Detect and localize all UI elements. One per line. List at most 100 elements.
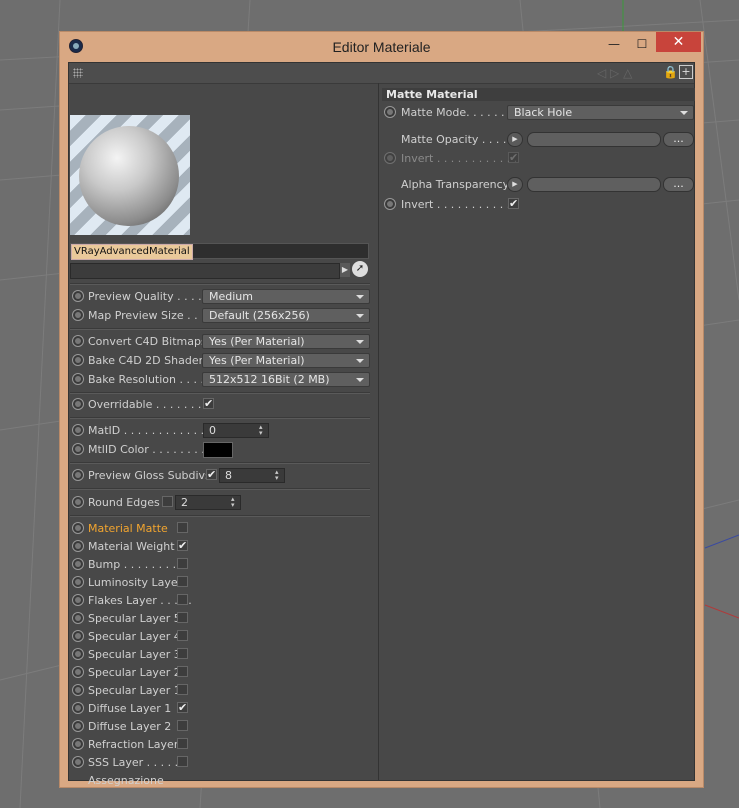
- channel-label[interactable]: Material Weight: [88, 540, 175, 553]
- animation-radio-icon[interactable]: [384, 106, 396, 118]
- alpha-transparency-browse-button[interactable]: ...: [663, 177, 694, 192]
- matte-opacity-row: Matte Opacity . . . . ▶ ...: [379, 131, 695, 151]
- link-field[interactable]: [70, 263, 340, 279]
- animation-radio-icon[interactable]: [72, 630, 84, 642]
- separator: [70, 488, 370, 490]
- lock-icon[interactable]: 🔒: [663, 65, 678, 79]
- animation-radio-icon[interactable]: [72, 540, 84, 552]
- channel-label[interactable]: Diffuse Layer 1: [88, 702, 171, 715]
- animation-radio-icon[interactable]: [72, 354, 84, 366]
- channel-checkbox[interactable]: [177, 756, 188, 767]
- animation-radio-icon[interactable]: [72, 720, 84, 732]
- preview-gloss-input[interactable]: 8: [219, 468, 285, 483]
- channel-checkbox[interactable]: [177, 630, 188, 641]
- round-edges-label: Round Edges: [88, 496, 160, 509]
- channel-checkbox[interactable]: [177, 648, 188, 659]
- bake-shaders-dropdown[interactable]: Yes (Per Material): [202, 353, 370, 368]
- channel-checkbox[interactable]: [177, 594, 188, 605]
- channel-checkbox[interactable]: [177, 522, 188, 533]
- close-button[interactable]: ✕: [656, 32, 701, 52]
- animation-radio-icon[interactable]: [72, 756, 84, 768]
- channel-label[interactable]: SSS Layer . . . . . .: [88, 756, 185, 769]
- bake-shaders-row: Bake C4D 2D Shaders Yes (Per Material): [69, 352, 377, 370]
- animation-radio-icon[interactable]: [384, 198, 396, 210]
- animation-radio-icon[interactable]: [72, 496, 84, 508]
- overridable-checkbox[interactable]: ✔: [203, 398, 214, 409]
- invert-alpha-row: Invert . . . . . . . . . . . . ✔: [379, 196, 695, 216]
- link-arrow-icon[interactable]: ▶: [340, 263, 350, 277]
- pick-arrow-icon[interactable]: ➚: [352, 261, 368, 277]
- texture-menu-arrow-icon[interactable]: ▶: [507, 177, 523, 192]
- matte-opacity-slot[interactable]: [527, 132, 661, 147]
- channel-label[interactable]: Bump . . . . . . . . .: [88, 558, 183, 571]
- channel-label[interactable]: Specular Layer 5: [88, 612, 181, 625]
- grip-handle-icon[interactable]: [73, 68, 83, 78]
- animation-radio-icon[interactable]: [72, 443, 84, 455]
- channel-checkbox[interactable]: ✔: [177, 540, 188, 551]
- channel-label[interactable]: Diffuse Layer 2: [88, 720, 171, 733]
- alpha-transparency-slot[interactable]: [527, 177, 661, 192]
- assignment-row: Assegnazione: [69, 772, 377, 790]
- material-name-field[interactable]: VRayAdvancedMaterial: [70, 243, 369, 260]
- animation-radio-icon[interactable]: [72, 576, 84, 588]
- channel-checkbox[interactable]: ✔: [177, 702, 188, 713]
- material-preview[interactable]: [70, 115, 190, 235]
- animation-radio-icon[interactable]: [72, 738, 84, 750]
- animation-radio-icon[interactable]: [384, 152, 396, 164]
- channel-checkbox[interactable]: [177, 558, 188, 569]
- material-name-text: VRayAdvancedMaterial: [71, 244, 193, 260]
- channel-checkbox[interactable]: [177, 576, 188, 587]
- animation-radio-icon[interactable]: [72, 594, 84, 606]
- channel-label[interactable]: Luminosity Layer: [88, 576, 182, 589]
- map-preview-size-dropdown[interactable]: Default (256x256): [202, 308, 370, 323]
- matte-opacity-browse-button[interactable]: ...: [663, 132, 694, 147]
- channel-label[interactable]: Material Matte: [88, 522, 168, 535]
- animation-radio-icon[interactable]: [72, 648, 84, 660]
- channel-label[interactable]: Specular Layer 4: [88, 630, 181, 643]
- animation-radio-icon[interactable]: [72, 702, 84, 714]
- invert-alpha-checkbox[interactable]: ✔: [508, 198, 519, 209]
- animation-radio-icon[interactable]: [72, 398, 84, 410]
- bake-resolution-dropdown[interactable]: 512x512 16Bit (2 MB): [202, 372, 370, 387]
- round-edges-input[interactable]: 2: [175, 495, 241, 510]
- animation-radio-icon[interactable]: [72, 469, 84, 481]
- animation-radio-icon[interactable]: [72, 684, 84, 696]
- channel-label[interactable]: Specular Layer 1: [88, 684, 181, 697]
- animation-radio-icon[interactable]: [72, 522, 84, 534]
- title-bar[interactable]: Editor Materiale — ☐ ✕: [60, 32, 703, 62]
- preview-gloss-checkbox[interactable]: ✔: [206, 469, 217, 480]
- channel-row: Specular Layer 4: [69, 628, 377, 646]
- channel-row: Specular Layer 5: [69, 610, 377, 628]
- new-panel-icon[interactable]: +: [679, 65, 693, 79]
- animation-radio-icon[interactable]: [72, 424, 84, 436]
- channel-label[interactable]: Specular Layer 3: [88, 648, 181, 661]
- channel-checkbox[interactable]: [177, 684, 188, 695]
- channel-label[interactable]: Specular Layer 2: [88, 666, 181, 679]
- animation-radio-icon[interactable]: [72, 558, 84, 570]
- animation-radio-icon[interactable]: [72, 309, 84, 321]
- minimize-button[interactable]: —: [604, 34, 624, 54]
- mtlid-color-swatch[interactable]: [203, 442, 233, 458]
- round-edges-checkbox[interactable]: [162, 496, 173, 507]
- animation-radio-icon[interactable]: [72, 612, 84, 624]
- matid-input[interactable]: 0: [203, 423, 269, 438]
- convert-bitmaps-label: Convert C4D Bitmaps: [88, 335, 207, 348]
- preview-quality-dropdown[interactable]: Medium: [202, 289, 370, 304]
- animation-radio-icon[interactable]: [72, 666, 84, 678]
- convert-bitmaps-dropdown[interactable]: Yes (Per Material): [202, 334, 370, 349]
- channel-checkbox[interactable]: [177, 612, 188, 623]
- animation-radio-icon[interactable]: [72, 335, 84, 347]
- channel-checkbox[interactable]: [177, 666, 188, 677]
- texture-menu-arrow-icon[interactable]: ▶: [507, 132, 523, 147]
- convert-bitmaps-row: Convert C4D Bitmaps Yes (Per Material): [69, 333, 377, 351]
- channel-checkbox[interactable]: [177, 720, 188, 731]
- navigation-arrows-icon[interactable]: ◁ ▷ △: [597, 66, 632, 80]
- animation-radio-icon[interactable]: [72, 373, 84, 385]
- matte-mode-dropdown[interactable]: Black Hole: [507, 105, 694, 120]
- assignment-label[interactable]: Assegnazione: [88, 774, 164, 787]
- animation-radio-icon[interactable]: [72, 290, 84, 302]
- channel-label[interactable]: Refraction Layer: [88, 738, 178, 751]
- invert-opacity-checkbox[interactable]: ✔: [508, 152, 519, 163]
- channel-checkbox[interactable]: [177, 738, 188, 749]
- maximize-button[interactable]: ☐: [632, 34, 652, 54]
